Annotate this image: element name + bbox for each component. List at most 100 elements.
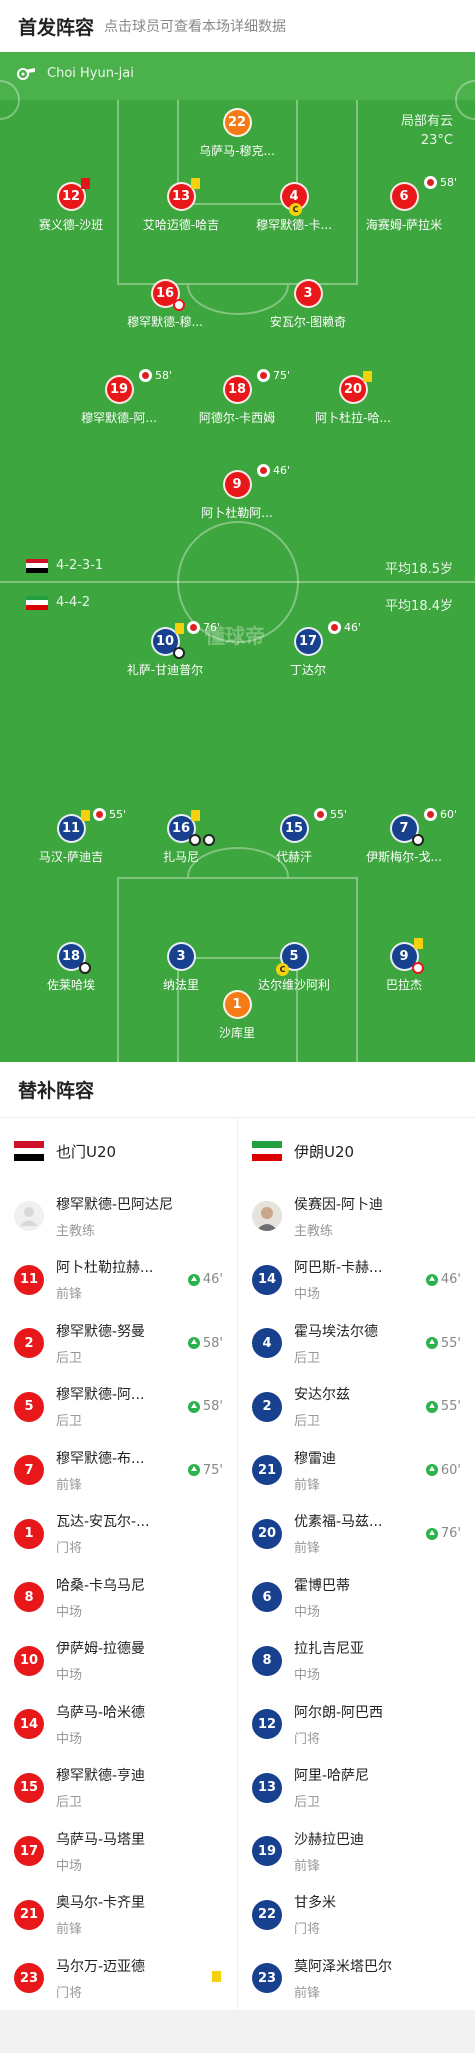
sub-player-name: 穆罕默德-努曼 [56, 1323, 146, 1340]
sub-out-icon [424, 808, 437, 821]
sub-out-icon [93, 808, 106, 821]
sub-player-position: 前锋 [56, 1922, 83, 1938]
home-avg-age: 平均18.5岁 [385, 562, 453, 577]
sub-player-position: 门将 [294, 1922, 321, 1938]
sub-player-number: 6 [252, 1582, 282, 1613]
sub-player-row[interactable]: 15 穆罕默德-亨迪 后卫 [0, 1756, 237, 1820]
sub-player-row[interactable]: 13 阿里-哈萨尼 后卫 [238, 1756, 475, 1820]
coach-role: 主教练 [294, 1223, 334, 1239]
sub-player-row[interactable]: 20 优素福-马兹... 前锋 76' [238, 1502, 475, 1566]
yellow-card-icon [212, 1970, 221, 1982]
iran-flag-icon [252, 1141, 282, 1162]
sub-player-position: 中场 [56, 1731, 83, 1747]
home-player[interactable]: 18 75' 阿德尔-卡西姆 [177, 369, 297, 426]
home-subs-column: 也门U20 穆罕默德-巴阿达尼 主教练 11 阿卜杜勒拉赫... 前锋 46' 2 穆罕默… [0, 1118, 237, 2010]
sub-in-time: 58' [187, 1399, 223, 1414]
home-player[interactable]: 16 穆罕默德-穆... [105, 279, 225, 330]
away-player[interactable]: 18 佐莱哈埃 [11, 942, 131, 993]
home-team-header: 也门U20 [0, 1118, 237, 1184]
sub-player-row[interactable]: 12 阿尔朗-阿巴西 门将 [238, 1693, 475, 1757]
sub-player-number: 20 [252, 1518, 282, 1549]
player-name: 安瓦尔-图赖奇 [269, 315, 347, 329]
sub-player-position: 中场 [294, 1604, 321, 1620]
sub-player-number: 8 [252, 1645, 282, 1676]
sub-player-name: 哈桑-卡乌马尼 [56, 1577, 146, 1594]
sub-player-row[interactable]: 2 穆罕默德-努曼 后卫 58' [0, 1312, 237, 1376]
sub-out-time: 75' [257, 369, 290, 382]
sub-out-time: 55' [314, 808, 347, 821]
sub-in-time: 60' [425, 1463, 461, 1478]
sub-player-row[interactable]: 8 拉扎吉尼亚 中场 [238, 1629, 475, 1693]
away-player[interactable]: 15 55' 代赫汗 [234, 808, 354, 865]
sub-player-row[interactable]: 23 马尔万-迈亚德 门将 [0, 1947, 237, 2011]
sub-in-time: 76' [425, 1526, 461, 1541]
sub-out-icon [257, 464, 270, 477]
home-player[interactable]: 12 赛义德-沙班 [11, 178, 131, 233]
home-coach[interactable]: 穆罕默德-巴阿达尼 主教练 [0, 1184, 237, 1248]
sub-player-number: 14 [14, 1709, 44, 1740]
sub-player-row[interactable]: 10 伊萨姆-拉德曼 中场 [0, 1629, 237, 1693]
team-name: 伊朗U20 [294, 1142, 355, 1161]
away-player[interactable]: 11 55' 马汉-萨迪吉 [11, 808, 131, 865]
away-player[interactable]: 1 沙库里 [177, 990, 297, 1041]
sub-player-number: 11 [14, 1264, 44, 1295]
sub-player-row[interactable]: 14 阿巴斯-卡赫... 中场 46' [238, 1248, 475, 1312]
pitch: Choi Hyun-jai 局部有云 23°C 懂球帝 22 乌萨马-穆克...… [0, 52, 475, 1062]
away-player[interactable]: 3 纳法里 [121, 942, 241, 993]
away-player[interactable]: 16 扎马尼 [121, 810, 241, 865]
sub-player-row[interactable]: 8 哈桑-卡乌马尼 中场 [0, 1566, 237, 1630]
sub-player-name: 穆罕默德-亨迪 [56, 1768, 146, 1785]
sub-out-time: 76' [187, 621, 220, 634]
sub-player-row[interactable]: 21 穆雷迪 前锋 60' [238, 1439, 475, 1503]
home-player[interactable]: 6 58' 海赛姆-萨拉米 [344, 176, 464, 233]
sub-out-icon [424, 176, 437, 189]
sub-player-position: 门将 [56, 1541, 83, 1557]
sub-player-row[interactable]: 14 乌萨马-哈米德 中场 [0, 1693, 237, 1757]
coach-role: 主教练 [56, 1223, 96, 1239]
away-player[interactable]: 5 C 达尔维沙阿利 [234, 942, 354, 993]
coach-name: 侯赛因-阿卜迪 [294, 1196, 384, 1213]
sub-player-row[interactable]: 4 霍马埃法尔德 后卫 55' [238, 1312, 475, 1376]
home-player[interactable]: 4 C 穆罕默德-卡... [234, 182, 354, 233]
sub-player-row[interactable]: 22 甘多米 门将 [238, 1883, 475, 1947]
home-player[interactable]: 22 乌萨马-穆克... [177, 108, 297, 159]
sub-player-position: 后卫 [56, 1350, 83, 1366]
home-player[interactable]: 13 艾哈迈德-哈吉 [121, 178, 241, 233]
home-player[interactable]: 3 安瓦尔-图赖奇 [248, 279, 368, 330]
sub-player-position: 前锋 [56, 1477, 83, 1493]
away-player[interactable]: 7 60' 伊斯梅尔-戈... [344, 808, 464, 865]
home-player[interactable]: 9 46' 阿卜杜勒阿... [177, 464, 297, 521]
sub-player-row[interactable]: 7 穆罕默德-布... 前锋 75' [0, 1439, 237, 1503]
player-name: 穆罕默德-卡... [256, 218, 332, 232]
sub-player-row[interactable]: 1 瓦达-安瓦尔-... 门将 [0, 1502, 237, 1566]
player-name: 礼萨-甘迪普尔 [126, 663, 204, 677]
player-name: 巴拉杰 [385, 978, 422, 992]
player-name: 阿卜杜勒阿... [201, 506, 273, 520]
sub-player-row[interactable]: 17 乌萨马-马塔里 中场 [0, 1820, 237, 1884]
sub-player-number: 1 [14, 1518, 44, 1549]
sub-player-row[interactable]: 11 阿卜杜勒拉赫... 前锋 46' [0, 1248, 237, 1312]
away-player[interactable]: 10 76' 礼萨-甘迪普尔 [105, 621, 225, 678]
sub-in-time: 55' [425, 1399, 461, 1414]
away-player[interactable]: 17 46' 丁达尔 [248, 621, 368, 678]
sub-player-number: 2 [252, 1391, 282, 1422]
home-player[interactable]: 20 阿卜杜拉-哈... [293, 371, 413, 426]
sub-player-row[interactable]: 23 莫阿泽米塔巴尔 前锋 [238, 1947, 475, 2011]
goal-icon [79, 962, 91, 974]
yellow-card-icon [191, 178, 200, 189]
sub-out-icon [187, 621, 200, 634]
sub-player-row[interactable]: 2 安达尔兹 后卫 55' [238, 1375, 475, 1439]
away-coach[interactable]: 侯赛因-阿卜迪 主教练 [238, 1184, 475, 1248]
sub-out-icon [139, 369, 152, 382]
home-player[interactable]: 19 58' 穆罕默德-阿... [59, 369, 179, 426]
sub-player-row[interactable]: 21 奥马尔-卡齐里 前锋 [0, 1883, 237, 1947]
player-number: 9 [222, 470, 252, 499]
sub-in-icon [425, 1464, 438, 1476]
away-player[interactable]: 9 巴拉杰 [344, 938, 464, 993]
sub-player-row[interactable]: 19 沙赫拉巴迪 前锋 [238, 1820, 475, 1884]
sub-player-name: 穆罕默德-阿... [56, 1387, 145, 1404]
sub-player-row[interactable]: 5 穆罕默德-阿... 后卫 58' [0, 1375, 237, 1439]
sub-player-row[interactable]: 6 霍博巴蒂 中场 [238, 1566, 475, 1630]
sub-player-number: 23 [14, 1963, 44, 1994]
goal-icon [173, 647, 185, 659]
